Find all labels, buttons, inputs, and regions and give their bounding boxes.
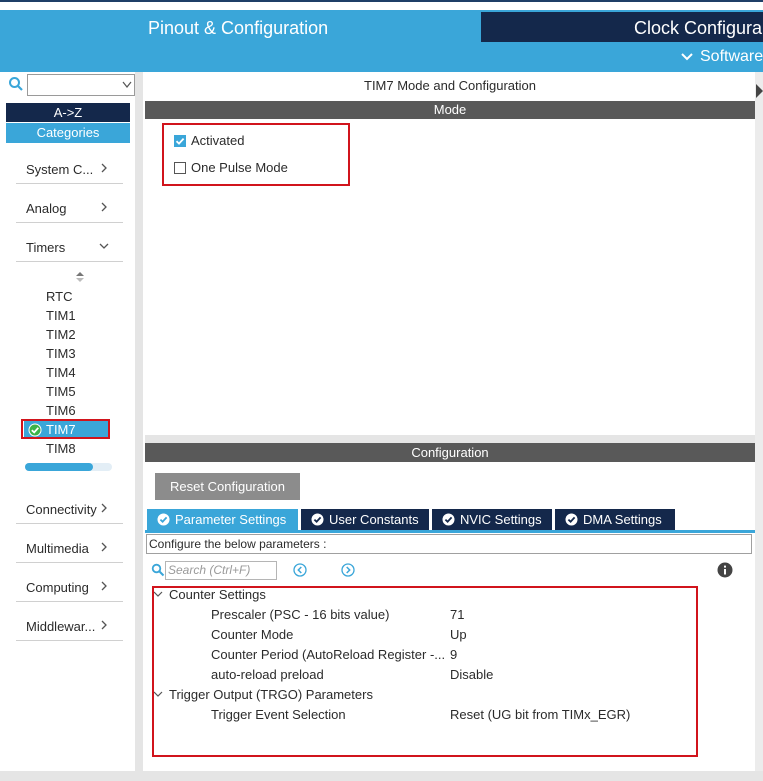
tab-pinout-configuration[interactable]: Pinout & Configuration (0, 12, 478, 42)
software-packs-menu[interactable]: Software (680, 48, 763, 66)
category-label: Connectivity (26, 502, 97, 517)
timer-item-rtc[interactable]: RTC (46, 289, 72, 304)
tab-dma-settings[interactable]: DMA Settings (555, 509, 675, 530)
timer-item-tim6[interactable]: TIM6 (46, 403, 76, 418)
tab-label: DMA Settings (583, 512, 662, 527)
chevron-right-icon (101, 163, 107, 173)
chevron-right-icon (101, 542, 107, 552)
mode-panel-title: TIM7 Mode and Configuration (364, 78, 536, 93)
categories-button[interactable]: Categories (6, 123, 130, 143)
mode-section-header: Mode (145, 101, 755, 119)
search-icon[interactable] (151, 563, 165, 577)
category-multimedia[interactable]: Multimedia (16, 536, 123, 563)
sort-icon[interactable] (74, 271, 86, 283)
bottom-border (0, 771, 763, 781)
tab-clock-configuration[interactable]: Clock Configura (481, 12, 763, 42)
sort-az-button[interactable]: A->Z (6, 103, 130, 122)
category-label: Analog (26, 201, 67, 216)
category-connectivity[interactable]: Connectivity (16, 497, 123, 524)
horizontal-scrollbar-thumb[interactable] (25, 463, 93, 471)
timer-item-tim8[interactable]: TIM8 (46, 441, 76, 456)
highlight-box-parameters (152, 586, 698, 757)
category-label: System C... (26, 162, 94, 177)
sidebar-splitter[interactable] (135, 72, 143, 774)
chevron-right-icon (101, 620, 107, 630)
tab-strip-underline (145, 530, 755, 533)
check-circle-icon (565, 513, 578, 526)
info-icon[interactable] (717, 562, 733, 578)
parameters-hint: Configure the below parameters : (146, 534, 752, 554)
category-search-input[interactable] (27, 74, 135, 96)
chevron-down-icon[interactable] (122, 81, 132, 89)
tab-label: Parameter Settings (175, 512, 287, 527)
highlight-box-mode (162, 123, 350, 186)
search-icon[interactable] (8, 76, 24, 92)
tab-label: NVIC Settings (460, 512, 542, 527)
chevron-down-icon (99, 243, 109, 249)
category-label: Timers (26, 240, 66, 255)
panel-splitter[interactable] (145, 435, 755, 443)
tab-parameter-settings[interactable]: Parameter Settings (147, 509, 298, 530)
check-circle-icon (311, 513, 324, 526)
tab-clock-label: Clock Configura (634, 18, 763, 38)
chevron-right-icon (101, 503, 107, 513)
tab-label: User Constants (329, 512, 419, 527)
category-middleware[interactable]: Middlewar... (16, 614, 123, 641)
configuration-section-header: Configuration (145, 443, 755, 462)
timer-item-tim4[interactable]: TIM4 (46, 365, 76, 380)
category-computing[interactable]: Computing (16, 575, 123, 602)
category-system-core[interactable]: System C... (16, 157, 123, 184)
chevron-right-circle-icon[interactable] (341, 563, 355, 577)
chevron-right-icon (101, 581, 107, 591)
category-label: Computing (26, 580, 89, 595)
timer-item-tim1[interactable]: TIM1 (46, 308, 76, 323)
tab-pinout-label: Pinout & Configuration (148, 18, 329, 38)
check-circle-icon (442, 513, 455, 526)
tab-user-constants[interactable]: User Constants (301, 509, 429, 530)
collapse-panel-icon[interactable] (755, 84, 763, 100)
right-panel-edge (755, 72, 763, 774)
timer-item-tim5[interactable]: TIM5 (46, 384, 76, 399)
parameter-search-input[interactable]: Search (Ctrl+F) (165, 561, 277, 580)
chevron-right-icon (101, 202, 107, 212)
chevron-left-circle-icon[interactable] (293, 563, 307, 577)
highlight-box-tim7 (21, 419, 110, 439)
category-timers[interactable]: Timers (16, 235, 123, 262)
tab-nvic-settings[interactable]: NVIC Settings (432, 509, 552, 530)
category-label: Middlewar... (26, 619, 96, 634)
title-strip-line (0, 0, 763, 2)
check-circle-icon (157, 513, 170, 526)
software-menu-label: Software (700, 48, 763, 65)
category-label: Multimedia (26, 541, 89, 556)
reset-configuration-button[interactable]: Reset Configuration (155, 473, 300, 500)
timer-item-tim2[interactable]: TIM2 (46, 327, 76, 342)
chevron-down-icon (681, 53, 693, 61)
timer-item-tim3[interactable]: TIM3 (46, 346, 76, 361)
category-analog[interactable]: Analog (16, 196, 123, 223)
